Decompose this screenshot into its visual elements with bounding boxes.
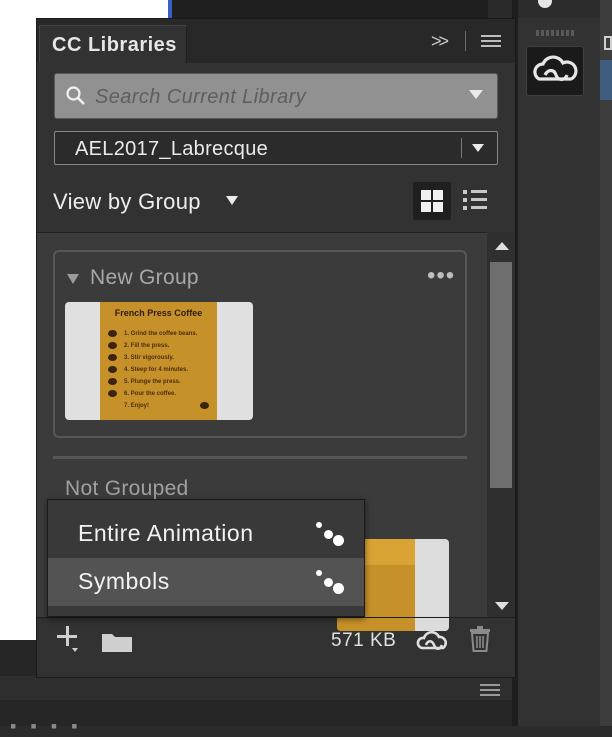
- group-card: New Group ••• French Press Coffee 1. Gri…: [53, 250, 467, 438]
- grid-view-icon[interactable]: [413, 182, 451, 220]
- plus-icon[interactable]: [55, 624, 79, 654]
- header-divider: [465, 31, 466, 51]
- collapsed-panel-dock: [518, 0, 600, 726]
- menu-item-symbols[interactable]: Symbols: [48, 558, 364, 606]
- menu-item-entire-animation[interactable]: Entire Animation: [48, 510, 364, 558]
- asset-step: 3. Stir vigorously.: [124, 355, 174, 361]
- top-dark-strip: [488, 0, 512, 18]
- dock-side-icon[interactable]: [604, 36, 612, 50]
- search-placeholder: Search Current Library: [95, 86, 307, 108]
- asset-step: 5. Plunge the press.: [124, 379, 181, 385]
- scroll-down-arrow-icon[interactable]: [495, 602, 509, 610]
- asset-step: 4. Steep for 4 minutes.: [124, 367, 189, 373]
- trash-icon[interactable]: [469, 625, 491, 653]
- not-grouped-label: Not Grouped: [65, 477, 189, 500]
- dock-grip-handle[interactable]: [536, 30, 576, 38]
- search-input[interactable]: Search Current Library: [54, 73, 498, 119]
- panel-title: CC Libraries: [52, 34, 177, 56]
- menu-item-label: Symbols: [78, 568, 170, 594]
- menu-item-label: Entire Animation: [78, 520, 254, 546]
- asset-title: French Press Coffee: [114, 308, 203, 318]
- animate-dots-icon: [316, 570, 344, 594]
- far-right-selected-strip: [600, 60, 612, 100]
- chevron-down-icon[interactable]: [469, 90, 483, 99]
- view-by-dropdown[interactable]: View by Group: [53, 189, 201, 215]
- dock-top-bar: [518, 0, 600, 18]
- asset-step: 7. Enjoy!: [124, 403, 150, 409]
- list-view-icon[interactable]: [461, 187, 491, 215]
- library-dropdown[interactable]: AEL2017_Labrecque: [54, 131, 498, 165]
- dropdown-divider: [461, 138, 462, 158]
- dock-cc-libraries-button[interactable]: [526, 46, 584, 96]
- library-name: AEL2017_Labrecque: [75, 138, 269, 160]
- asset-document: French Press Coffee 1. Grind the coffee …: [100, 302, 217, 420]
- panel-tab[interactable]: CC Libraries: [39, 25, 187, 63]
- bottom-panel-menu-icon[interactable]: [480, 684, 500, 696]
- top-dark-area: [172, 0, 517, 18]
- group-name: New Group: [90, 266, 199, 289]
- panel-header: CC Libraries >>: [37, 19, 515, 63]
- scrollbar[interactable]: [487, 232, 515, 618]
- collapse-triangle-icon[interactable]: [67, 274, 79, 284]
- section-divider: [53, 456, 467, 459]
- asset-step: 6. Pour the coffee.: [124, 391, 177, 397]
- hamburger-menu-icon[interactable]: [481, 35, 501, 47]
- chevron-down-icon[interactable]: [472, 144, 484, 152]
- search-icon: [66, 86, 85, 105]
- chevron-down-icon[interactable]: [226, 196, 238, 205]
- scrollbar-thumb[interactable]: [490, 262, 512, 488]
- asset-step: 2. Fill the press.: [124, 343, 170, 349]
- creative-cloud-icon[interactable]: [416, 626, 448, 656]
- asset-step: 1. Grind the coffee beans.: [124, 331, 198, 337]
- add-content-menu: Entire Animation Symbols: [47, 499, 365, 617]
- ellipsis-icon[interactable]: •••: [427, 262, 455, 290]
- library-size: 571 KB: [331, 630, 397, 651]
- double-chevron-right-icon[interactable]: >>: [431, 31, 449, 52]
- footer-divider: [37, 617, 515, 618]
- bottom-panel-strip: [0, 676, 512, 700]
- folder-icon[interactable]: [101, 631, 133, 653]
- asset-thumbnail[interactable]: French Press Coffee 1. Grind the coffee …: [65, 302, 253, 420]
- creative-cloud-icon: [533, 55, 578, 82]
- animate-dots-icon: [316, 522, 344, 546]
- far-right-dock: [600, 0, 612, 726]
- bottom-toolbar-icons: ▪▪▪▪: [10, 716, 92, 736]
- scroll-up-arrow-icon[interactable]: [495, 242, 509, 250]
